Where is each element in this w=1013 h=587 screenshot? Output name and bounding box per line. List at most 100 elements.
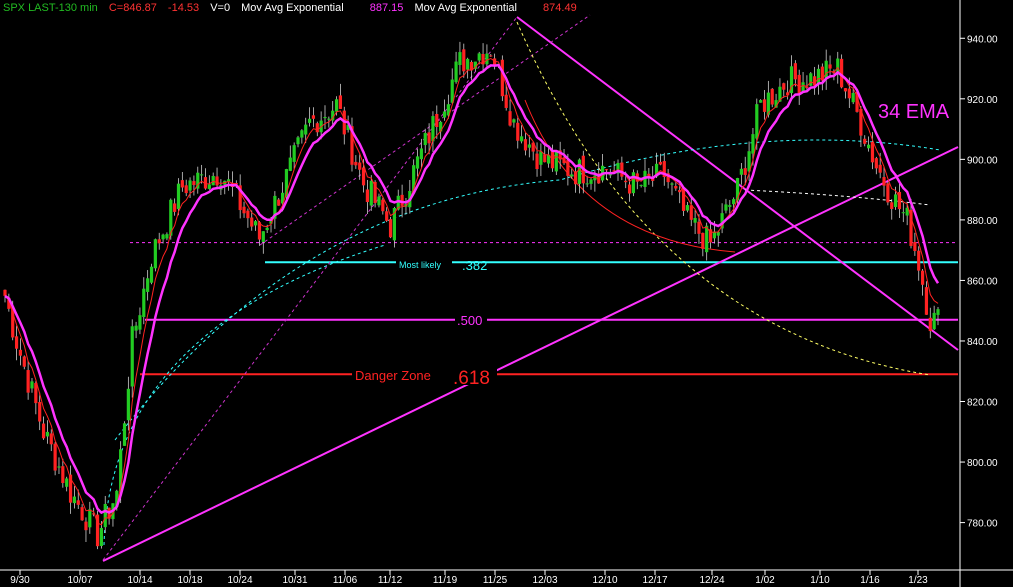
candle-down [184, 185, 188, 194]
candle-up [739, 168, 743, 175]
candle-up [724, 204, 728, 211]
candle-up [589, 179, 593, 184]
candle-up [65, 478, 69, 487]
candle-up [126, 388, 130, 421]
candle-up [705, 225, 709, 253]
candle-up [577, 159, 582, 184]
candle-down [793, 63, 797, 80]
candlesticks [3, 41, 940, 550]
x-tick-label: 12/10 [592, 575, 617, 586]
candle-up [200, 174, 204, 176]
candle-down [689, 205, 693, 220]
y-tick-label: 820.00 [967, 398, 998, 409]
candle-up [477, 53, 481, 61]
candle-down [462, 49, 466, 72]
candle-up [893, 194, 898, 208]
y-tick-label: 900.00 [967, 155, 998, 166]
candle-up [466, 58, 470, 70]
candle-down [762, 99, 767, 112]
candle-down [743, 168, 747, 175]
x-tick-label: 10/24 [227, 575, 252, 586]
candle-down [847, 88, 851, 99]
candle-up [211, 175, 215, 186]
candle-down [878, 164, 882, 173]
candle-down [61, 466, 65, 484]
candle-down [863, 138, 867, 144]
candle-down [508, 111, 512, 126]
candle-up [631, 172, 636, 194]
candle-up [146, 278, 150, 292]
candle-up [712, 231, 716, 239]
candle-up [419, 148, 423, 160]
candle-up [45, 431, 50, 437]
candle-down [338, 95, 343, 109]
candle-up [539, 151, 543, 165]
x-tick-label: 9/30 [10, 575, 30, 586]
candle-up [867, 144, 871, 149]
candle-down [385, 211, 389, 221]
ema34-label: 34 EMA [878, 101, 950, 123]
candle-down [624, 180, 628, 183]
candle-up [816, 68, 821, 84]
candle-down [22, 356, 26, 367]
candle-up [327, 118, 331, 120]
candle-up [30, 381, 34, 389]
candle-down [924, 287, 929, 315]
candle-up [755, 104, 759, 139]
candle-down [604, 169, 609, 171]
candle-down [49, 433, 53, 445]
x-tick-label: 12/03 [532, 575, 557, 586]
y-tick-label: 940.00 [967, 34, 998, 45]
candle-down [246, 210, 250, 219]
y-tick-label: 860.00 [967, 276, 998, 287]
price-chart[interactable]: 780.00 800.00 820.00 840.00 860.00 880.00 900.… [0, 0, 1013, 587]
x-tick-label: 1/16 [860, 575, 880, 586]
candle-up [261, 231, 265, 242]
candle-up [369, 180, 373, 206]
candle-up [759, 100, 763, 103]
candle-down [250, 217, 254, 227]
x-tick-label: 10/31 [282, 575, 307, 586]
y-tick-label: 800.00 [967, 458, 998, 469]
candle-up [99, 527, 103, 546]
candle-up [334, 99, 339, 112]
y-tick-label: 780.00 [967, 519, 998, 530]
fib500-label: .500 [457, 313, 482, 328]
candle-up [57, 466, 61, 468]
candle-up [288, 157, 292, 171]
candle-up [307, 118, 312, 123]
fan-arc-white [744, 189, 931, 206]
candle-up [207, 184, 211, 189]
candle-down [311, 115, 316, 119]
candle-down [53, 443, 57, 471]
candle-up [304, 124, 308, 135]
x-tick-label: 10/07 [67, 575, 92, 586]
candle-down [80, 507, 84, 521]
candle-down [674, 185, 678, 189]
y-axis-ticks: 780.00 800.00 820.00 840.00 860.00 880.00 900.… [960, 34, 998, 530]
candle-up [153, 239, 157, 269]
candle-up [300, 130, 304, 138]
x-tick-label: 1/10 [810, 575, 830, 586]
candle-down [697, 221, 701, 234]
candle-down [192, 181, 196, 186]
candle-down [41, 423, 46, 439]
candle-up [608, 174, 612, 176]
fib382-label: .382 [462, 258, 487, 273]
candle-down [890, 202, 894, 209]
candle-down [913, 242, 917, 252]
candle-down [26, 370, 30, 393]
candle-up [161, 234, 165, 240]
candle-down [678, 190, 682, 193]
candle-down [886, 183, 890, 203]
x-tick-label: 11/25 [483, 575, 508, 586]
candle-up [88, 509, 92, 528]
candle-up [442, 111, 447, 118]
candle-down [920, 270, 925, 285]
candle-up [454, 61, 458, 83]
candle-up [72, 496, 76, 504]
candle-down [543, 154, 547, 163]
candle-down [828, 64, 832, 69]
candle-down [516, 122, 520, 141]
candle-down [701, 232, 705, 249]
